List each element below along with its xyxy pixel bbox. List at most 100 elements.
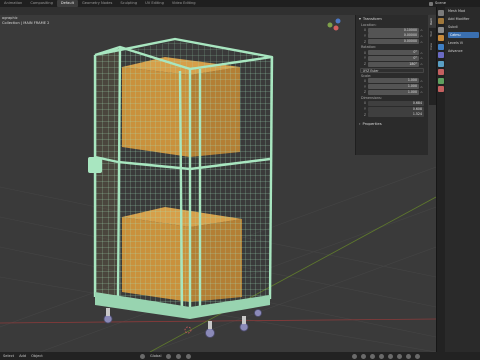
- rotation-y-field[interactable]: 0°: [368, 55, 419, 61]
- rotation-label: Rotation:: [361, 45, 377, 50]
- lock-icon[interactable]: ⌂: [419, 85, 424, 89]
- axis-label: Z: [363, 39, 366, 44]
- levels-viewport-field[interactable]: Levels Vi: [446, 39, 480, 47]
- location-z-field[interactable]: 0.00000: [368, 39, 419, 45]
- transform-orientation-select[interactable]: Global: [150, 354, 161, 358]
- lock-icon[interactable]: ⌂: [419, 56, 424, 60]
- constraints-icon[interactable]: [438, 69, 444, 75]
- tab-geometry-nodes[interactable]: Geometry Nodes: [78, 0, 116, 7]
- dimensions-x-field[interactable]: 0.684: [368, 100, 424, 106]
- solid-shading-icon[interactable]: [397, 353, 402, 359]
- object-icon[interactable]: [438, 35, 444, 41]
- rotation-x-row: X 0° ⌂: [360, 50, 424, 56]
- lock-icon[interactable]: ⌂: [419, 28, 424, 32]
- dimensions-y-field[interactable]: 0.608: [368, 106, 424, 112]
- scale-y-field[interactable]: 1.000: [368, 84, 419, 90]
- lock-icon[interactable]: ⌂: [419, 62, 424, 66]
- rotation-y-row: Y 0° ⌂: [360, 55, 424, 61]
- dimensions-x-row: X 0.684: [360, 100, 424, 106]
- lock-icon[interactable]: ⌂: [419, 51, 424, 55]
- scale-z-field[interactable]: 1.000: [368, 89, 419, 95]
- rendered-shading-icon[interactable]: [415, 353, 420, 359]
- axis-label: Y: [364, 33, 366, 38]
- tab-tool[interactable]: Tool: [429, 28, 436, 40]
- material-icon[interactable]: [438, 86, 444, 92]
- axis-label: X: [363, 28, 366, 33]
- properties-title: Properties: [362, 121, 382, 127]
- location-y-row: Y 0.00000 ⌂: [360, 33, 424, 39]
- dimensions-label: Dimensions:: [361, 96, 382, 101]
- sidebar-tabs: Item Tool View: [429, 15, 436, 105]
- menu-add[interactable]: Add: [19, 354, 26, 358]
- particles-icon[interactable]: [438, 52, 444, 58]
- rotation-z-field[interactable]: 180°: [368, 61, 419, 67]
- tool-icon[interactable]: [438, 9, 444, 16]
- tab-default[interactable]: Default: [56, 0, 78, 7]
- tab-sculpting[interactable]: Sculpting: [116, 0, 141, 7]
- wireframe-shading-icon[interactable]: [388, 353, 393, 359]
- axis-label: Z: [363, 112, 366, 117]
- tab-view[interactable]: View: [429, 40, 436, 53]
- properties-editor: Mesh Mod Add Modifier Subdi Catmu Levels…: [436, 7, 480, 352]
- material-shading-icon[interactable]: [406, 353, 411, 359]
- snap-icon[interactable]: [176, 353, 182, 359]
- transform-orientation-controls: Global: [140, 352, 192, 360]
- axis-label: Y: [364, 84, 366, 89]
- axis-label: Y: [364, 56, 366, 61]
- viewport-header: [0, 7, 436, 15]
- dimensions-z-field[interactable]: 1.524: [368, 112, 424, 118]
- rotation-mode-select[interactable]: XYZ Euler: [360, 67, 424, 73]
- scale-label: Scale:: [361, 73, 372, 78]
- catmull-clark-button[interactable]: Catmu: [448, 32, 479, 38]
- lock-icon[interactable]: ⌂: [419, 40, 424, 44]
- scale-z-row: Z 1.000 ⌂: [360, 89, 424, 95]
- 3d-viewport[interactable]: ographic Collection | MAIN FRAME 2 ▾ Tra…: [0, 7, 436, 352]
- pivot-icon[interactable]: [166, 353, 172, 359]
- lock-icon[interactable]: ⌂: [419, 79, 424, 83]
- navigation-gizmo[interactable]: [325, 17, 347, 39]
- dimensions-y-row: Y 0.608: [360, 106, 424, 112]
- chevron-right-icon: ›: [359, 121, 361, 127]
- chevron-down-icon: ▾: [359, 16, 361, 21]
- tab-item[interactable]: Item: [429, 15, 436, 28]
- scene-selector[interactable]: Scene: [429, 0, 446, 7]
- lock-icon[interactable]: ⌂: [419, 34, 424, 38]
- orientation-icon: [140, 353, 145, 359]
- gizmo-toggle-icon[interactable]: [361, 353, 366, 359]
- scene-icon: [429, 1, 434, 6]
- modifier-icon[interactable]: [438, 43, 444, 50]
- axis-label: Z: [363, 90, 366, 95]
- menu-object[interactable]: Object: [31, 354, 43, 358]
- tab-animation[interactable]: Animation: [0, 0, 26, 7]
- lock-icon[interactable]: ⌂: [419, 90, 424, 94]
- tab-video-editing[interactable]: Video Editing: [168, 0, 200, 7]
- scale-x-field[interactable]: 1.000: [368, 78, 419, 84]
- visibility-icon[interactable]: [352, 353, 357, 359]
- axis-label: X: [363, 101, 366, 106]
- tab-uv-editing[interactable]: UV Editing: [141, 0, 168, 7]
- output-icon[interactable]: [438, 26, 444, 33]
- properties-panel-header[interactable]: › Properties: [356, 120, 428, 127]
- physics-icon[interactable]: [438, 60, 444, 67]
- scale-y-row: Y 1.000 ⌂: [360, 84, 424, 90]
- transform-panel-header[interactable]: ▾ Transform: [356, 15, 428, 22]
- proportional-edit-icon[interactable]: [186, 353, 192, 359]
- roll-cage-model: [88, 37, 274, 338]
- location-x-row: X 0.10000 ⌂: [360, 27, 424, 33]
- subdivision-modifier-header[interactable]: Subdi: [446, 23, 480, 31]
- render-icon[interactable]: [438, 18, 444, 24]
- axis-label: X: [363, 50, 366, 55]
- viewport-footer: Select Add Object Global: [0, 352, 480, 360]
- add-modifier-button[interactable]: Add Modifier: [446, 15, 480, 23]
- menu-select[interactable]: Select: [3, 354, 14, 358]
- location-y-field[interactable]: 0.00000: [368, 33, 419, 39]
- xray-icon[interactable]: [379, 353, 384, 359]
- rotation-x-field[interactable]: 0°: [368, 50, 419, 56]
- data-icon[interactable]: [438, 77, 444, 84]
- tab-compositing[interactable]: Compositing: [26, 0, 57, 7]
- advanced-panel-header[interactable]: Advance: [446, 47, 480, 55]
- modifier-panel: Mesh Mod Add Modifier Subdi Catmu Levels…: [446, 7, 480, 55]
- overlay-toggle-icon[interactable]: [370, 353, 375, 359]
- view-name: ographic: [2, 16, 18, 20]
- location-x-field[interactable]: 0.10000: [368, 27, 419, 33]
